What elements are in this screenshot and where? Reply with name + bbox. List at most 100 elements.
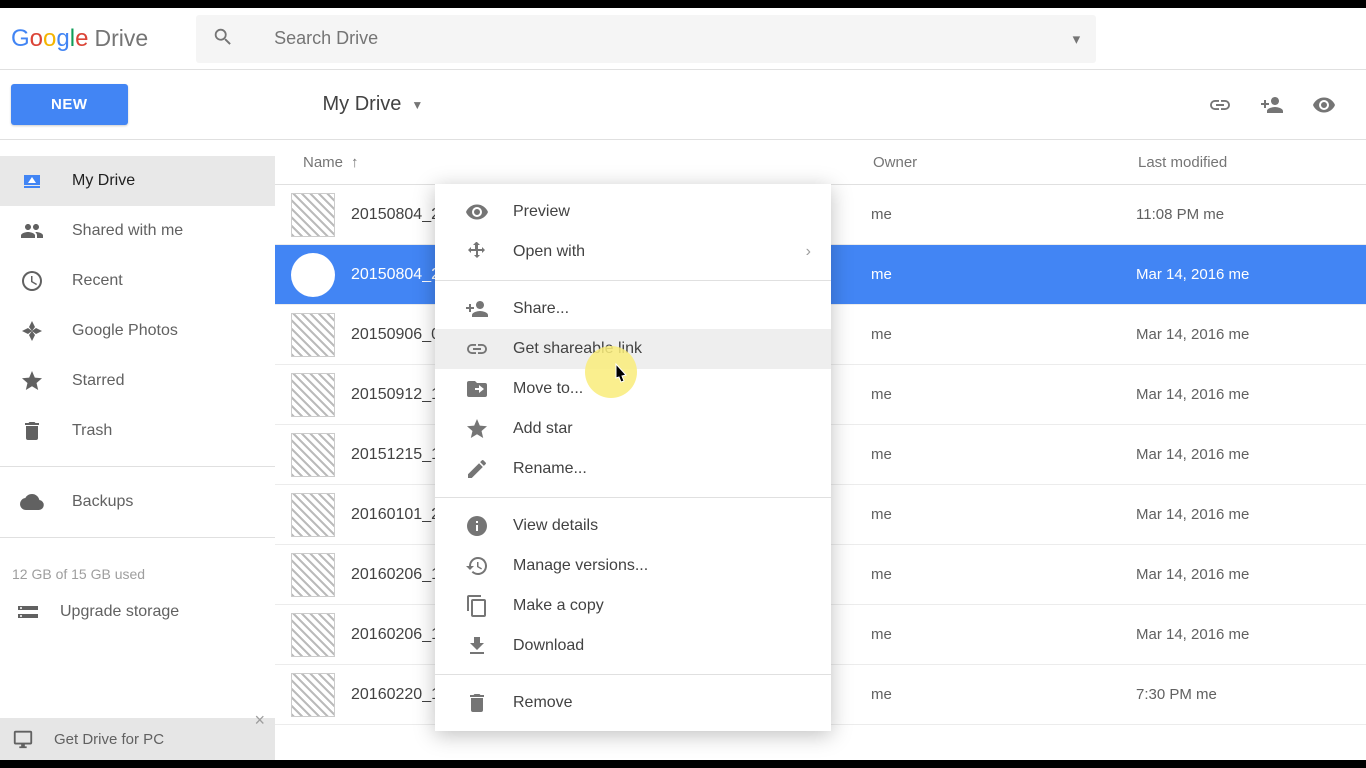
sidebar-item-label: My Drive [72,172,135,190]
file-modified: 7:30 PM me [1136,686,1217,703]
sidebar-item-photos[interactable]: Google Photos [0,306,275,356]
column-owner[interactable]: Owner [873,154,1138,171]
file-owner: me [871,626,1136,643]
upgrade-label: Upgrade storage [60,603,179,621]
chevron-right-icon: › [806,243,811,261]
eye-icon [465,200,489,224]
file-thumbnail [291,373,335,417]
ctx-get-link[interactable]: Get shareable link [435,329,831,369]
file-thumbnail [291,493,335,537]
storage-icon [16,600,40,624]
link-icon[interactable] [1208,93,1232,117]
photos-icon [20,319,44,343]
copy-icon [465,594,489,618]
caret-down-icon: ▼ [411,98,423,112]
ctx-open-with[interactable]: Open with › [435,232,831,272]
drive-icon [20,169,44,193]
file-modified: Mar 14, 2016 me [1136,626,1249,643]
file-owner: me [871,386,1136,403]
sidebar-item-starred[interactable]: Starred [0,356,275,406]
file-thumbnail [291,193,335,237]
link-icon [465,337,489,361]
trash-icon [20,419,44,443]
edit-icon [465,457,489,481]
download-icon [465,634,489,658]
eye-icon[interactable] [1312,93,1336,117]
ctx-rename[interactable]: Rename... [435,449,831,489]
sidebar-item-label: Trash [72,422,112,440]
header: Google Drive ▾ [0,0,1366,70]
star-icon [20,369,44,393]
folder-move-icon [465,377,489,401]
file-thumbnail [291,673,335,717]
trash-icon [465,691,489,715]
ctx-make-copy[interactable]: Make a copy [435,586,831,626]
search-options-caret-icon[interactable]: ▾ [1073,30,1081,48]
file-modified: Mar 14, 2016 me [1136,446,1249,463]
file-owner: me [871,206,1136,223]
sidebar-item-label: Starred [72,372,124,390]
file-owner: me [871,446,1136,463]
file-modified: Mar 14, 2016 me [1136,566,1249,583]
search-bar[interactable]: ▾ [196,15,1096,63]
sidebar-item-label: Google Photos [72,322,178,340]
logo[interactable]: Google Drive [11,25,148,53]
file-owner: me [871,506,1136,523]
sidebar-item-label: Backups [72,493,133,511]
sidebar: My Drive Shared with me Recent Google Ph… [0,140,275,760]
sort-up-icon: ↑ [351,154,359,171]
column-header-row: Name ↑ Owner Last modified [275,140,1366,185]
file-thumbnail [291,313,335,357]
sidebar-item-shared[interactable]: Shared with me [0,206,275,256]
clock-icon [20,269,44,293]
file-owner: me [871,686,1136,703]
info-icon [465,514,489,538]
monitor-icon [12,728,34,750]
file-modified: Mar 14, 2016 me [1136,506,1249,523]
column-modified[interactable]: Last modified [1138,154,1366,171]
file-modified: 11:08 PM me [1136,206,1224,223]
ctx-manage-versions[interactable]: Manage versions... [435,546,831,586]
cloud-icon [20,490,44,514]
close-icon[interactable]: × [254,710,265,731]
move-arrows-icon [465,240,489,264]
action-icons [1208,93,1336,117]
search-icon [212,26,234,52]
ctx-share[interactable]: Share... [435,289,831,329]
sidebar-item-backups[interactable]: Backups [0,477,275,527]
ctx-move-to[interactable]: Move to... [435,369,831,409]
ctx-add-star[interactable]: Add star [435,409,831,449]
person-add-icon[interactable] [1260,93,1284,117]
file-thumbnail [291,253,335,297]
get-drive-label: Get Drive for PC [54,731,164,748]
sidebar-item-recent[interactable]: Recent [0,256,275,306]
sidebar-item-trash[interactable]: Trash [0,406,275,456]
context-menu: Preview Open with › Share... Get shareab… [435,184,831,731]
file-modified: Mar 14, 2016 me [1136,266,1249,283]
sidebar-item-label: Recent [72,272,123,290]
file-owner: me [871,266,1136,283]
people-icon [20,219,44,243]
sidebar-item-label: Shared with me [72,222,183,240]
search-input[interactable] [274,28,1072,49]
breadcrumb[interactable]: My Drive ▼ [323,93,424,116]
star-icon [465,417,489,441]
upgrade-storage[interactable]: Upgrade storage [0,600,275,624]
file-owner: me [871,326,1136,343]
ctx-remove[interactable]: Remove [435,683,831,723]
file-thumbnail [291,613,335,657]
ctx-preview[interactable]: Preview [435,192,831,232]
product-name: Drive [94,25,148,52]
file-modified: Mar 14, 2016 me [1136,326,1249,343]
get-drive-bar[interactable]: Get Drive for PC × [0,718,275,760]
storage-text: 12 GB of 15 GB used [0,566,275,582]
file-thumbnail [291,553,335,597]
column-name[interactable]: Name ↑ [303,154,873,171]
file-owner: me [871,566,1136,583]
sidebar-item-my-drive[interactable]: My Drive [0,156,275,206]
ctx-view-details[interactable]: View details [435,506,831,546]
new-button[interactable]: NEW [11,84,128,125]
breadcrumb-label: My Drive [323,93,402,116]
history-icon [465,554,489,578]
ctx-download[interactable]: Download [435,626,831,666]
